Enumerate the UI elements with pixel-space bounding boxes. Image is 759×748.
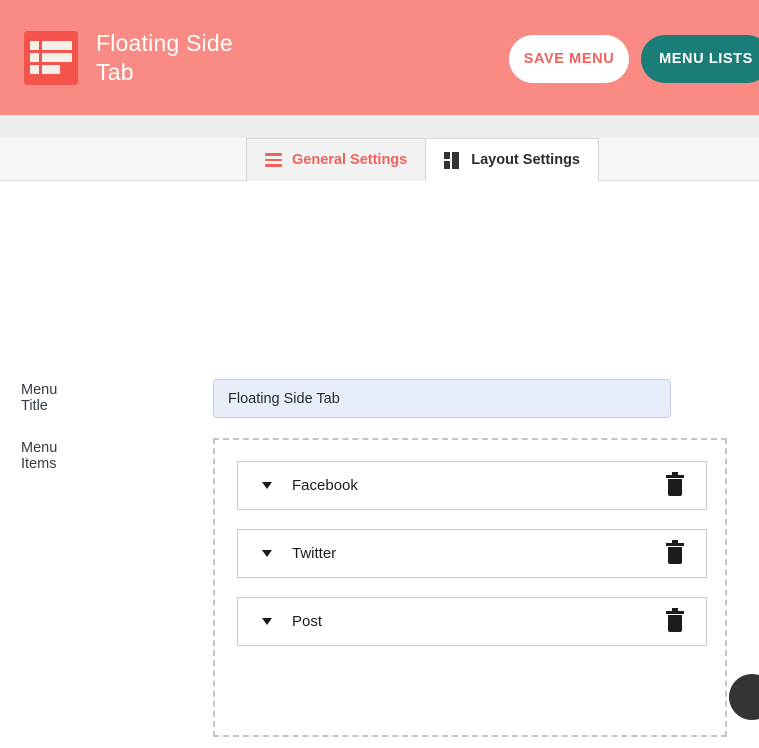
brand: Floating Side Tab	[0, 29, 266, 87]
chevron-down-icon[interactable]	[262, 482, 272, 489]
plugin-settings-page: Floating Side Tab SAVE MENU MENU LISTS G…	[0, 0, 759, 748]
chevron-down-icon[interactable]	[262, 618, 272, 625]
trash-icon[interactable]	[666, 608, 684, 632]
chevron-down-icon[interactable]	[262, 550, 272, 557]
header-divider-bar	[0, 115, 759, 138]
tab-layout-settings[interactable]: Layout Settings	[426, 138, 599, 182]
menu-items-container: Facebook Twitter Post	[213, 438, 727, 737]
save-menu-button-top[interactable]: SAVE MENU	[509, 35, 629, 83]
tab-general-settings-label: General Settings	[292, 152, 408, 168]
list-item-label: Twitter	[292, 545, 337, 562]
layout-grid-icon	[444, 151, 461, 169]
tabs-strip: General Settings Layout Settings	[0, 138, 759, 182]
hamburger-icon	[265, 153, 282, 167]
list-item-label: Facebook	[292, 477, 358, 494]
list-item-label: Post	[292, 613, 323, 630]
settings-content: Menu Title Menu Items Facebook Twitter P…	[0, 181, 759, 748]
menu-items-label: Menu Items	[21, 440, 58, 472]
page-header: Floating Side Tab SAVE MENU MENU LISTS	[0, 0, 759, 115]
list-item[interactable]: Facebook	[237, 461, 707, 510]
trash-icon[interactable]	[666, 472, 684, 496]
sidebar-list-icon	[24, 30, 78, 85]
list-item[interactable]: Twitter	[237, 529, 707, 578]
tab-list: General Settings Layout Settings	[246, 138, 599, 182]
trash-icon[interactable]	[666, 540, 684, 564]
menu-title-input[interactable]	[213, 379, 671, 418]
page-title: Floating Side Tab	[96, 29, 233, 85]
chat-bubble-icon[interactable]	[729, 674, 759, 720]
menu-lists-button[interactable]: MENU LISTS	[641, 35, 759, 83]
tab-general-settings[interactable]: General Settings	[246, 138, 427, 181]
menu-title-label: Menu Title	[21, 382, 58, 414]
header-actions: SAVE MENU MENU LISTS	[509, 35, 759, 83]
tab-layout-settings-label: Layout Settings	[471, 152, 580, 168]
list-item[interactable]: Post	[237, 597, 707, 646]
